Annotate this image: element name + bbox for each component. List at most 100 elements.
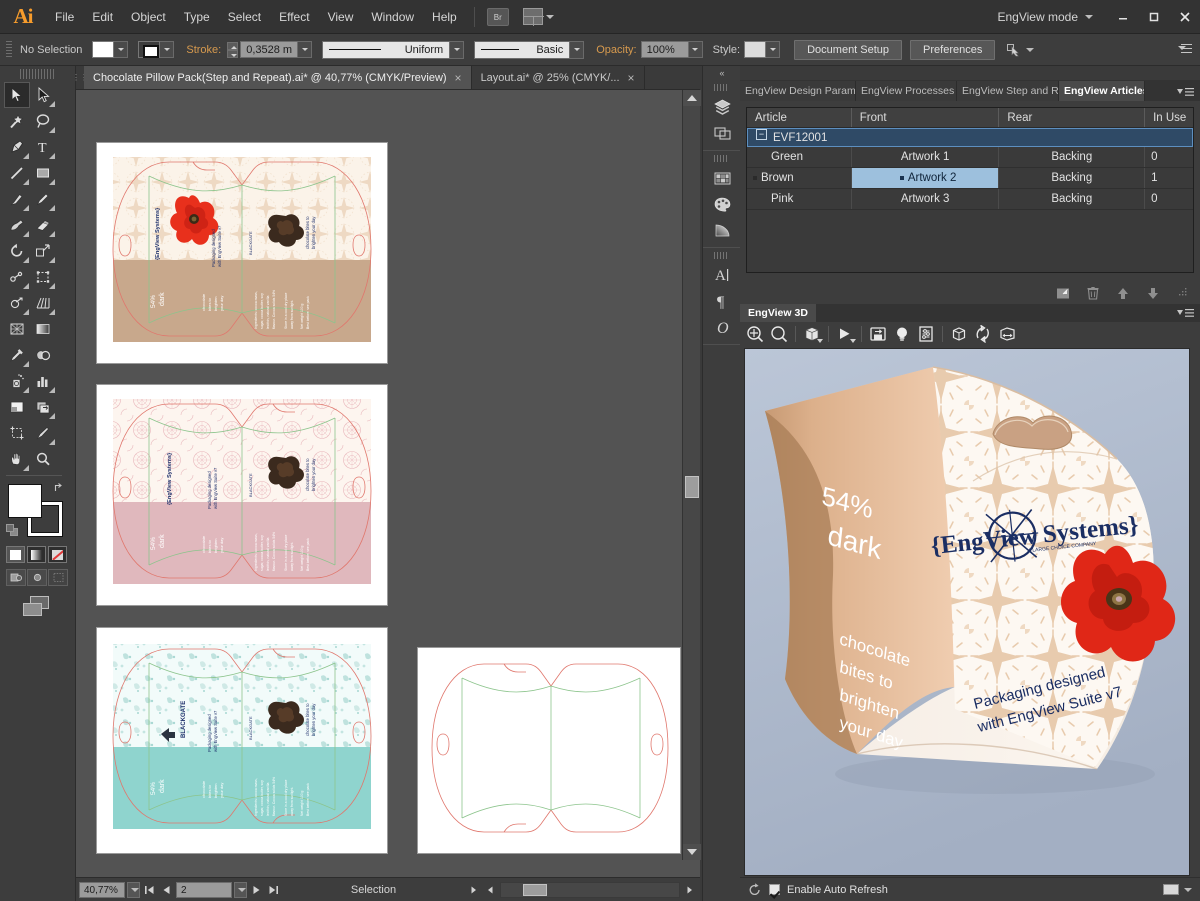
zoom-all-icon[interactable] xyxy=(744,323,766,345)
refresh-icon[interactable] xyxy=(748,882,762,897)
line-segment-tool[interactable] xyxy=(4,160,30,186)
artboard-number-input[interactable]: 2 xyxy=(176,881,232,898)
first-artboard-icon[interactable] xyxy=(142,882,157,898)
cell-in-use[interactable]: 1 xyxy=(1145,168,1193,188)
cell-front[interactable]: Artwork 3 xyxy=(852,189,1000,209)
swap-fill-stroke-icon[interactable] xyxy=(54,482,66,494)
measure-tool[interactable] xyxy=(30,420,56,446)
zoom-window-icon[interactable] xyxy=(768,323,790,345)
panel-menu-icon[interactable] xyxy=(1177,87,1200,101)
graphic-style-swatch[interactable] xyxy=(744,41,767,58)
artboard-green[interactable]: BLACKGATE Packaging designed with EngVie… xyxy=(97,628,387,853)
scroll-up-icon[interactable] xyxy=(683,90,701,106)
expand-panels-icon[interactable]: « xyxy=(703,66,740,80)
canvas-area[interactable]: {EngView Systems} Packaging designed wit… xyxy=(76,90,700,877)
delete-icon[interactable] xyxy=(1084,285,1102,301)
glyphs-icon[interactable]: O xyxy=(703,314,741,340)
character-icon[interactable]: A xyxy=(703,262,741,288)
menu-file[interactable]: File xyxy=(46,0,83,34)
menu-view[interactable]: View xyxy=(319,0,363,34)
stroke-swatch[interactable] xyxy=(138,41,161,58)
cell-front[interactable]: Artwork 1 xyxy=(852,147,1000,167)
color-icon[interactable] xyxy=(703,191,741,217)
export-icon[interactable] xyxy=(867,323,889,345)
document-setup-button[interactable]: Document Setup xyxy=(794,39,903,60)
blend-tool[interactable] xyxy=(30,342,56,368)
gradient-tool[interactable] xyxy=(30,316,56,342)
hscroll-right-icon[interactable] xyxy=(682,882,697,898)
background-color-picker[interactable] xyxy=(1163,884,1192,895)
artboard-tool[interactable] xyxy=(4,394,30,420)
direct-selection-tool[interactable] xyxy=(30,82,56,108)
column-header-rear[interactable]: Rear xyxy=(999,108,1146,127)
status-menu-icon[interactable] xyxy=(466,882,481,898)
tab-engview-step-and-repeat[interactable]: EngView Step and Repe xyxy=(957,81,1059,101)
brush-dropdown[interactable] xyxy=(570,40,585,59)
pen-tool[interactable] xyxy=(4,134,30,160)
hand-tool[interactable] xyxy=(4,446,30,472)
artboard-brown[interactable]: {EngView Systems} Packaging designed wit… xyxy=(97,143,387,363)
menu-help[interactable]: Help xyxy=(423,0,466,34)
table-row[interactable]: Brown Artwork 2 Backing 1 xyxy=(747,168,1193,189)
cell-rear[interactable]: Backing xyxy=(999,189,1146,209)
artboard-crop-tool[interactable] xyxy=(4,420,30,446)
unfold-icon[interactable] xyxy=(996,323,1018,345)
refresh-3d-icon[interactable] xyxy=(972,323,994,345)
bridge-icon[interactable]: Br xyxy=(486,7,509,26)
close-icon[interactable]: × xyxy=(628,71,635,85)
scale-tool[interactable] xyxy=(30,238,56,264)
document-tab-chocolate-pillow-pack[interactable]: Chocolate Pillow Pack(Step and Repeat).a… xyxy=(84,66,472,89)
close-icon[interactable]: × xyxy=(455,71,462,85)
column-graph-tool[interactable] xyxy=(30,368,56,394)
tab-engview-3d[interactable]: EngView 3D xyxy=(740,304,816,322)
stroke-profile-select[interactable]: Uniform xyxy=(322,40,451,59)
fill-color-box[interactable] xyxy=(8,484,42,518)
stroke-profile-dropdown[interactable] xyxy=(450,40,465,59)
layers-icon[interactable] xyxy=(703,94,741,120)
dock-grip[interactable] xyxy=(714,84,729,91)
graphic-style-dropdown[interactable] xyxy=(766,41,781,58)
gradient-button[interactable] xyxy=(27,546,46,563)
artboard-dropdown[interactable] xyxy=(234,881,247,898)
cell-in-use[interactable]: 0 xyxy=(1145,147,1193,167)
move-up-icon[interactable] xyxy=(1114,285,1132,301)
fill-swatch-group[interactable] xyxy=(92,41,129,58)
eraser-tool[interactable] xyxy=(30,212,56,238)
properties-icon[interactable] xyxy=(915,323,937,345)
background-color-swatch[interactable] xyxy=(1163,884,1179,895)
artboard-dieline[interactable] xyxy=(418,648,680,853)
chevron-down-icon[interactable] xyxy=(1184,887,1192,892)
preferences-button[interactable]: Preferences xyxy=(910,39,996,60)
box-view-icon[interactable] xyxy=(801,323,823,345)
scrollbar-thumb[interactable] xyxy=(523,883,547,896)
stroke-dropdown[interactable] xyxy=(160,41,175,58)
lasso-tool[interactable] xyxy=(30,108,56,134)
cell-rear[interactable]: Backing xyxy=(999,168,1146,188)
cell-article[interactable]: Pink xyxy=(747,189,852,209)
opacity-dropdown[interactable] xyxy=(688,41,703,58)
last-artboard-icon[interactable] xyxy=(266,882,281,898)
tools-grip[interactable] xyxy=(20,69,55,79)
tab-engview-articles[interactable]: EngView Articles xyxy=(1059,81,1145,101)
color-button[interactable] xyxy=(6,546,25,563)
new-article-icon[interactable] xyxy=(1054,285,1072,301)
previous-artboard-icon[interactable] xyxy=(159,882,174,898)
resize-grip-icon[interactable] xyxy=(1174,285,1192,301)
brush-select[interactable]: Basic xyxy=(474,40,571,59)
blob-brush-tool[interactable] xyxy=(4,212,30,238)
scroll-down-icon[interactable] xyxy=(683,844,701,860)
collapse-icon[interactable]: − xyxy=(756,129,767,140)
menu-type[interactable]: Type xyxy=(175,0,219,34)
shape-builder-tool[interactable] xyxy=(4,290,30,316)
slice-tool[interactable] xyxy=(30,394,56,420)
menu-edit[interactable]: Edit xyxy=(83,0,122,34)
fill-dropdown[interactable] xyxy=(114,41,129,58)
tab-bar-grip[interactable]: ⋮⋮ xyxy=(72,65,88,89)
panel-menu-icon[interactable] xyxy=(1177,308,1200,322)
width-tool[interactable] xyxy=(4,264,30,290)
document-tab-layout[interactable]: Layout.ai* @ 25% (CMYK/... × xyxy=(472,66,645,89)
dock-grip[interactable] xyxy=(714,252,729,259)
perspective-grid-tool[interactable] xyxy=(30,290,56,316)
next-artboard-icon[interactable] xyxy=(249,882,264,898)
select-similar-icon[interactable] xyxy=(1007,43,1035,57)
